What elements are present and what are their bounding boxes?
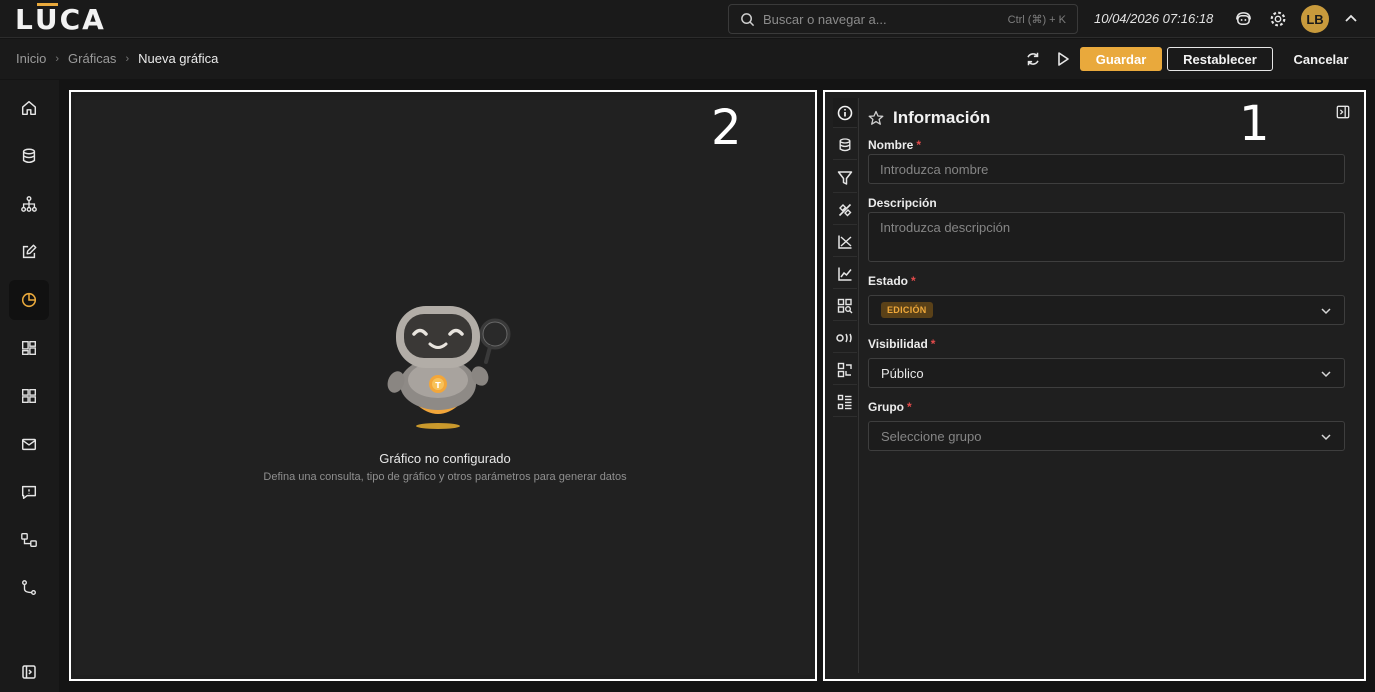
- sidebar-item-flows[interactable]: [9, 520, 49, 560]
- sidebar-item-edit[interactable]: [9, 232, 49, 272]
- filter-icon: [837, 170, 853, 185]
- search-input[interactable]: [763, 11, 983, 27]
- search-icon: [741, 12, 755, 26]
- chart-config-panel: 1 Información Nombre* Descripción Estado…: [823, 90, 1366, 681]
- chevron-down-icon: [1321, 308, 1331, 315]
- avatar[interactable]: LB: [1301, 5, 1329, 33]
- tab-series[interactable]: [833, 259, 857, 289]
- breadcrumb-item-inicio[interactable]: Inicio: [16, 51, 46, 66]
- git-icon: [22, 580, 36, 595]
- action-bar: Inicio › Gráficas › Nueva gráfica Guarda…: [0, 39, 1375, 79]
- form-title: Información: [893, 108, 991, 127]
- hierarchy-icon: [21, 196, 37, 212]
- chevron-down-icon: [1321, 371, 1331, 378]
- collapse-panel-icon[interactable]: [1336, 105, 1350, 124]
- sidebar-item-database[interactable]: [9, 136, 49, 176]
- empty-state-title: Gráfico no configurado: [379, 451, 511, 466]
- empty-state-subtitle: Defina una consulta, tipo de gráfico y o…: [263, 471, 627, 483]
- axis-icon: [838, 235, 852, 249]
- visibilidad-select[interactable]: Público: [868, 358, 1345, 388]
- tab-tools[interactable]: [833, 195, 857, 225]
- grupo-placeholder: Seleccione grupo: [881, 428, 982, 444]
- descripcion-field[interactable]: [868, 212, 1345, 262]
- list-icon: [837, 394, 852, 409]
- database-icon: [839, 137, 851, 151]
- sidebar-item-mail[interactable]: [9, 424, 49, 464]
- breadcrumb: Inicio › Gráficas › Nueva gráfica: [16, 51, 218, 66]
- breadcrumb-current: Nueva gráfica: [138, 51, 219, 66]
- robot-mascot-illustration: T: [387, 306, 511, 429]
- star-icon[interactable]: [868, 110, 884, 126]
- flow-icon: [21, 533, 37, 547]
- database-icon: [22, 148, 36, 164]
- svg-text:T: T: [435, 381, 441, 390]
- descripcion-label: Descripción: [868, 196, 937, 210]
- line-chart-icon: [838, 267, 852, 281]
- nombre-label: Nombre *: [868, 138, 922, 152]
- reset-button[interactable]: Restablecer: [1167, 47, 1273, 71]
- info-icon: [837, 105, 853, 120]
- tab-transform[interactable]: [833, 355, 857, 385]
- tab-info[interactable]: [833, 98, 857, 128]
- tab-list[interactable]: [833, 387, 857, 417]
- tab-query[interactable]: [833, 130, 857, 160]
- chevron-down-icon: [1321, 434, 1331, 441]
- chat-icon: [21, 485, 37, 500]
- chevron-up-icon[interactable]: [1341, 9, 1361, 29]
- gear-icon[interactable]: [1268, 9, 1288, 29]
- config-tab-rail: [833, 98, 859, 673]
- tab-widget[interactable]: [833, 291, 857, 321]
- variables-icon: [836, 333, 852, 342]
- sidebar-item-widgets[interactable]: [9, 376, 49, 416]
- pie-chart-icon: [21, 292, 37, 308]
- home-icon: [21, 100, 37, 116]
- search-box[interactable]: Ctrl (⌘) + K: [728, 4, 1078, 34]
- region-number-1: 1: [1239, 96, 1270, 152]
- datetime: 10/04/2026 07:16:18: [1094, 11, 1214, 26]
- tab-filters[interactable]: [833, 163, 857, 193]
- grid-icon: [22, 389, 36, 403]
- estado-select[interactable]: EDICIÓN: [868, 295, 1345, 325]
- search-shortcut: Ctrl (⌘) + K: [1007, 14, 1066, 26]
- sidebar-expand[interactable]: [9, 652, 49, 692]
- grupo-label: Grupo *: [868, 400, 912, 414]
- estado-label: Estado *: [868, 274, 916, 288]
- status-badge: EDICIÓN: [881, 302, 933, 318]
- chart-preview-panel: 2 T Gráfico no configurado Defina una co…: [69, 90, 817, 681]
- sidebar: [0, 80, 59, 692]
- refresh-icon[interactable]: [1023, 49, 1043, 69]
- swap-icon: [837, 362, 852, 377]
- tools-icon: [838, 203, 852, 216]
- play-icon[interactable]: [1053, 49, 1073, 69]
- visibilidad-value: Público: [881, 365, 924, 381]
- mail-icon: [21, 438, 37, 451]
- breadcrumb-item-graficas[interactable]: Gráficas: [68, 51, 116, 66]
- widget-search-icon: [837, 298, 853, 313]
- sidebar-item-git[interactable]: [9, 568, 49, 608]
- sidebar-item-hierarchy[interactable]: [9, 184, 49, 224]
- sidebar-item-home[interactable]: [9, 88, 49, 128]
- chevron-right-icon: ›: [55, 52, 60, 65]
- sidebar-item-chat[interactable]: [9, 472, 49, 512]
- top-bar: LUCA Ctrl (⌘) + K 10/04/2026 07:16:18 LB: [0, 0, 1375, 38]
- chart-canvas: 2 T Gráfico no configurado Defina una co…: [75, 96, 811, 675]
- edit-icon: [22, 244, 37, 259]
- cancel-button[interactable]: Cancelar: [1280, 47, 1362, 71]
- nombre-field[interactable]: [868, 154, 1345, 184]
- grupo-select[interactable]: Seleccione grupo: [868, 421, 1345, 451]
- dashboard-icon: [22, 341, 36, 355]
- chevron-right-icon: ›: [125, 52, 130, 65]
- tab-axes[interactable]: [833, 227, 857, 257]
- sidebar-item-dashboards[interactable]: [9, 328, 49, 368]
- support-icon[interactable]: [1233, 9, 1253, 29]
- expand-panel-icon: [22, 665, 36, 679]
- region-number-2: 2: [711, 100, 742, 156]
- visibilidad-label: Visibilidad *: [868, 337, 936, 351]
- save-button[interactable]: Guardar: [1080, 47, 1162, 71]
- tab-variables[interactable]: [833, 323, 857, 353]
- app-logo[interactable]: L U CA: [15, 2, 106, 36]
- sidebar-item-charts[interactable]: [9, 280, 49, 320]
- form-header: Información: [868, 108, 990, 128]
